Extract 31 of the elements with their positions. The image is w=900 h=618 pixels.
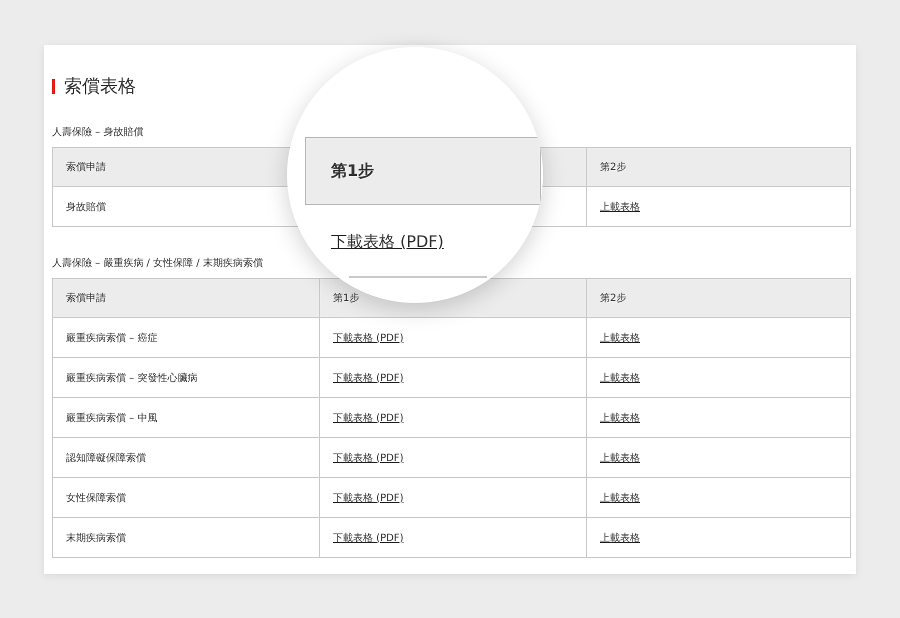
title-accent-bar — [52, 78, 55, 94]
section-heading: 人壽保險 – 身故賠償 — [52, 126, 144, 139]
column-header: 索償申請 — [66, 160, 106, 174]
claim-type-text: 女性保障索償 — [66, 492, 126, 504]
upload-form-link[interactable]: 上載表格 — [600, 330, 640, 344]
download-form-link[interactable]: 下載表格 (PDF) — [333, 410, 404, 424]
upload-form-link[interactable]: 上載表格 — [600, 450, 640, 464]
column-header: 第2步 — [600, 160, 626, 174]
upload-form-link[interactable]: 上載表格 — [600, 200, 640, 214]
claim-type-text: 末期疾病索償 — [66, 532, 126, 544]
claim-type-text: 嚴重疾病索償 – 中風 — [66, 412, 158, 424]
upload-form-link[interactable]: 上載表格 — [600, 370, 640, 384]
download-form-link[interactable]: 下載表格 (PDF) — [333, 530, 404, 544]
download-form-link[interactable]: 下載表格 (PDF) — [333, 370, 404, 384]
claim-type-text: 認知障礙保障索償 — [66, 452, 146, 464]
column-header: 索償申請 — [66, 292, 106, 305]
claim-type-text: 嚴重疾病索償 – 癌症 — [66, 332, 158, 344]
claim-type-text: 身故賠償 — [66, 200, 106, 214]
download-form-link[interactable]: 下載表格 (PDF) — [333, 450, 404, 464]
section-heading: 人壽保險 – 嚴重疾病 / 女性保障 / 末期疾病索償 — [52, 256, 264, 270]
page-title: 索償表格 — [64, 75, 136, 98]
download-form-link[interactable]: 下載表格 (PDF) — [333, 490, 404, 504]
claim-type-text: 嚴重疾病索償 – 突發性心臟病 — [66, 372, 198, 384]
magnified-column-header: 第1步 — [331, 160, 374, 182]
download-form-link[interactable]: 下載表格 (PDF) — [333, 330, 404, 344]
upload-form-link[interactable]: 上載表格 — [600, 410, 640, 424]
column-header: 第2步 — [600, 292, 626, 305]
upload-form-link[interactable]: 上載表格 — [600, 490, 640, 504]
magnified-download-link[interactable]: 下載表格 (PDF) — [331, 232, 444, 253]
column-header: 第1步 — [333, 292, 360, 305]
upload-form-link[interactable]: 上載表格 — [600, 530, 640, 544]
